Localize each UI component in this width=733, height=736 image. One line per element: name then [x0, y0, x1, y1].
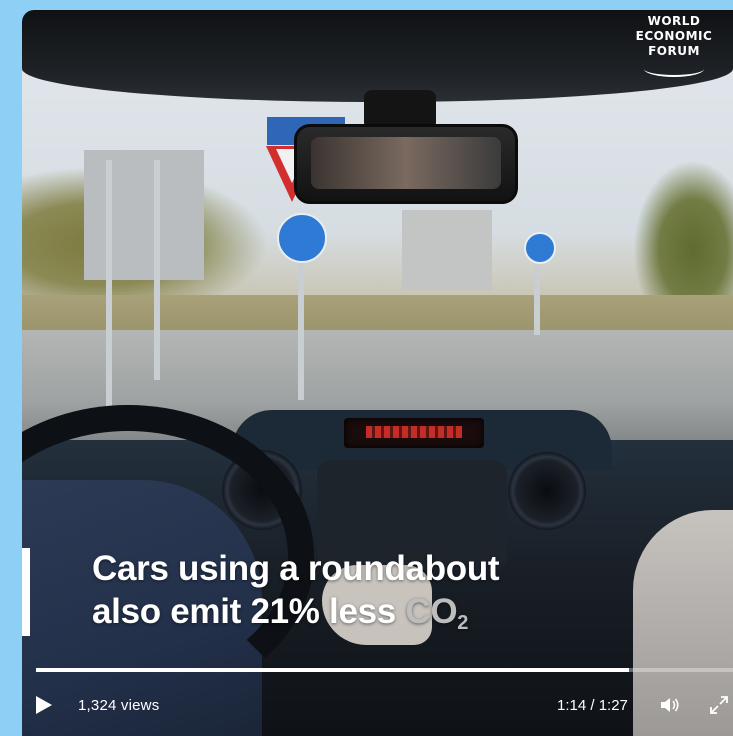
world-economic-forum-logo: WORLD ECONOMIC FORUM: [616, 14, 732, 94]
sign-pole: [154, 160, 160, 380]
caption-line-2-text: also emit 21% less: [92, 592, 396, 631]
caption-line-2: also emit 21% less CO2: [92, 590, 499, 645]
time-display: 1:14 / 1:27: [557, 697, 628, 714]
logo-arc: [644, 61, 704, 77]
logo-line: ECONOMIC: [635, 29, 713, 43]
fullscreen-icon[interactable]: [708, 694, 730, 716]
air-vent: [508, 452, 586, 530]
caption-co2: CO2: [405, 592, 469, 634]
dashboard-display: [344, 418, 484, 448]
progress-bar[interactable]: [36, 668, 733, 672]
sign-pole: [534, 265, 540, 335]
volume-icon[interactable]: [659, 695, 681, 715]
sign-pole: [298, 260, 304, 400]
roundabout-sign: [524, 232, 556, 264]
sign-pole: [106, 160, 112, 410]
caption-line-1: Cars using a roundabout: [92, 549, 500, 588]
rearview-mirror: [294, 124, 518, 204]
caption-accent-bar: [22, 548, 30, 636]
logo-line: FORUM: [648, 44, 700, 58]
video-caption: Cars using a roundabout also emit 21% le…: [92, 547, 500, 645]
logo-line: WORLD: [647, 14, 701, 28]
scene-building-2: [402, 210, 492, 290]
progress-fill: [36, 668, 630, 672]
roundabout-sign: [277, 213, 327, 263]
scene-trees-right: [633, 160, 733, 310]
scene-building: [84, 150, 204, 280]
video-controls: 1,324 views 1:14 / 1:27: [22, 686, 733, 726]
play-icon[interactable]: [36, 696, 52, 714]
scene-grass: [22, 295, 733, 335]
view-count: 1,324 views: [78, 697, 160, 714]
